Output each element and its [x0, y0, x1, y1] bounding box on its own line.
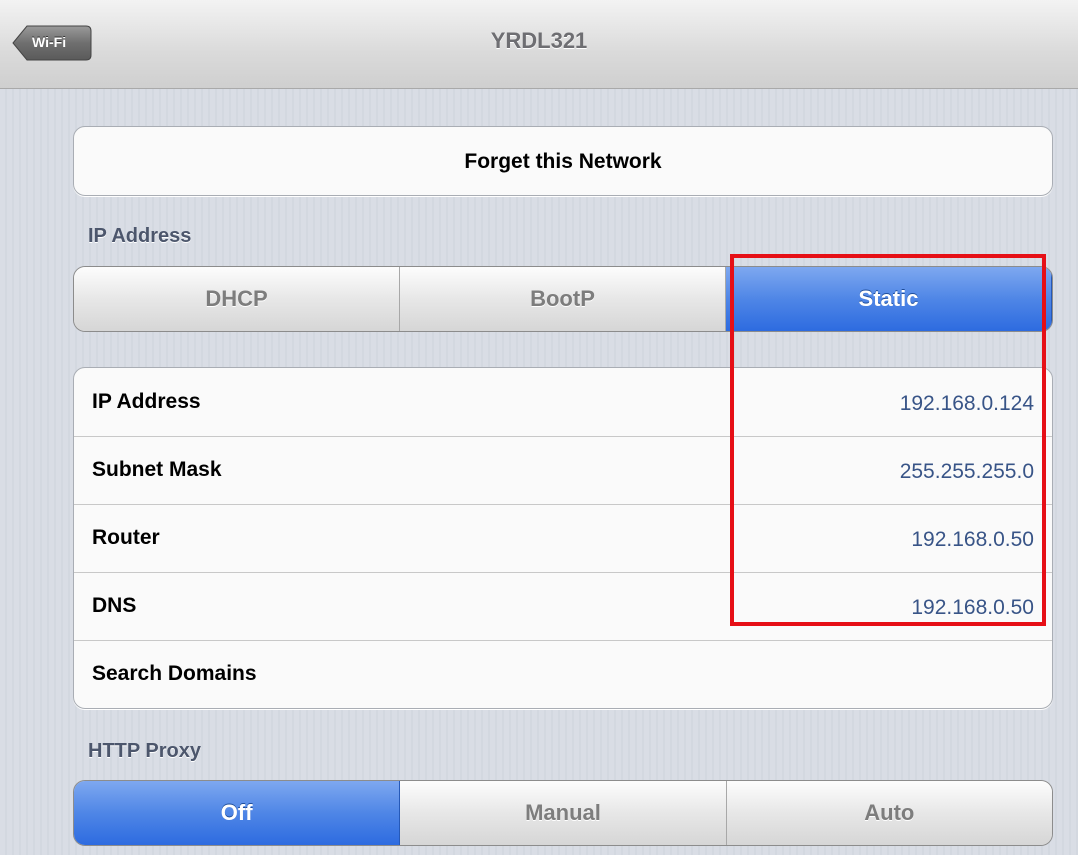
proxy-mode-segmented-control: Off Manual Auto — [73, 780, 1053, 846]
row-label: DNS — [92, 594, 137, 617]
ip-address-section-header: IP Address — [88, 225, 192, 247]
http-proxy-section-header: HTTP Proxy — [88, 740, 201, 762]
row-search-domains[interactable]: Search Domains — [74, 640, 1052, 708]
segment-bootp[interactable]: BootP — [400, 267, 726, 331]
segment-auto[interactable]: Auto — [726, 781, 1052, 845]
row-label: Router — [92, 526, 160, 549]
forget-network-button[interactable]: Forget this Network — [73, 126, 1053, 196]
annotation-highlight-box — [730, 254, 1046, 626]
segment-manual[interactable]: Manual — [400, 781, 727, 845]
row-label: Subnet Mask — [92, 458, 222, 481]
row-label: IP Address — [92, 390, 201, 413]
navigation-bar: Wi-Fi YRDL321 — [0, 0, 1078, 89]
segment-off[interactable]: Off — [74, 781, 401, 845]
row-label: Search Domains — [92, 662, 257, 685]
segment-dhcp[interactable]: DHCP — [74, 267, 400, 331]
forget-network-label: Forget this Network — [464, 150, 662, 173]
page-title: YRDL321 — [490, 28, 588, 53]
